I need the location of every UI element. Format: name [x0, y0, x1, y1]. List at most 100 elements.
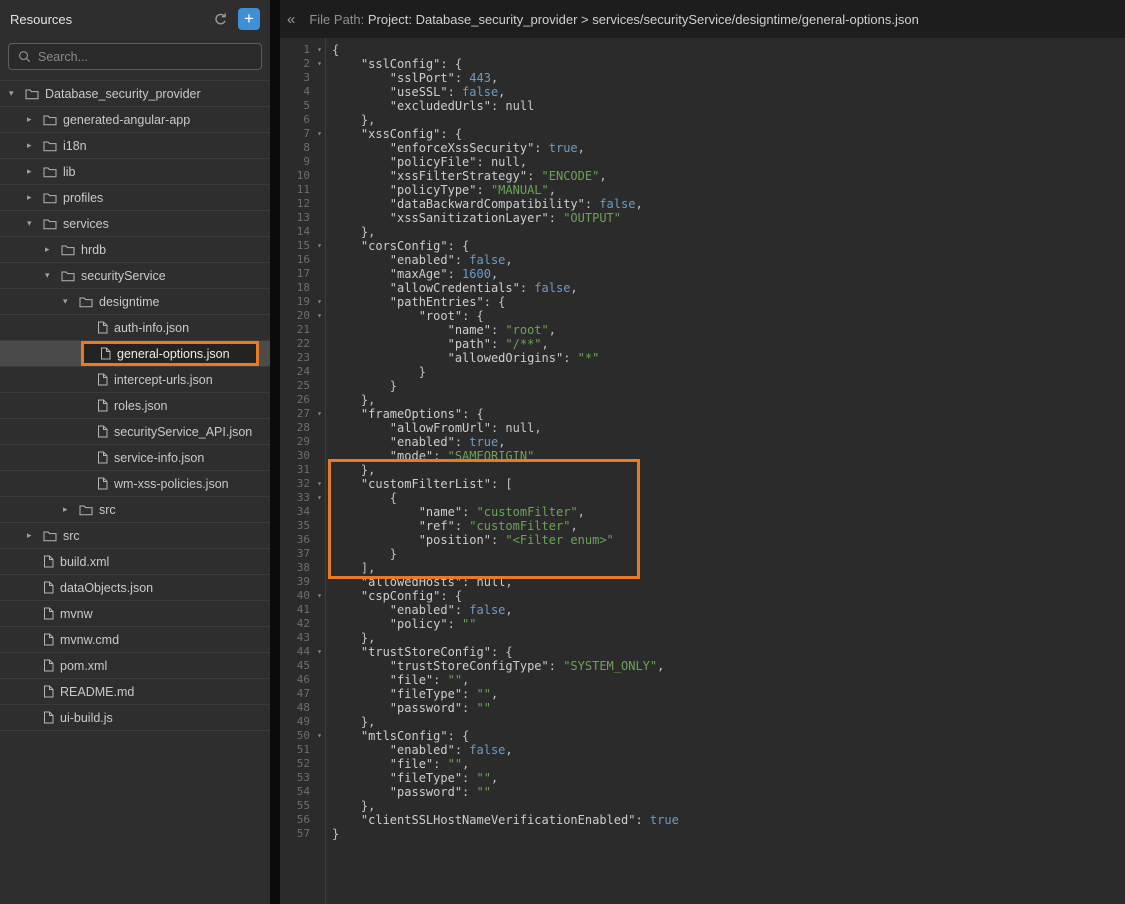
fold-arrow-icon[interactable]: ▾ [317, 309, 322, 323]
code-line[interactable]: "mode": "SAMEORIGIN" [332, 449, 1125, 463]
tree-folder-lib[interactable]: ▸lib [0, 159, 270, 185]
tree-folder-securityService[interactable]: ▾securityService [0, 263, 270, 289]
refresh-button[interactable] [213, 12, 228, 27]
code-line[interactable]: "allowCredentials": false, [332, 281, 1125, 295]
code-line[interactable]: "fileType": "", [332, 771, 1125, 785]
sidebar-scrollbar[interactable] [270, 0, 280, 904]
collapse-arrow-icon[interactable]: ▾ [9, 88, 25, 99]
code-line[interactable]: "mtlsConfig": { [332, 729, 1125, 743]
code-line[interactable]: "maxAge": 1600, [332, 267, 1125, 281]
code-line[interactable]: "dataBackwardCompatibility": false, [332, 197, 1125, 211]
tree-file-mvnw[interactable]: mvnw [0, 601, 270, 627]
code-line[interactable]: "name": "root", [332, 323, 1125, 337]
code-line[interactable]: "xssSanitizationLayer": "OUTPUT" [332, 211, 1125, 225]
code-line[interactable]: "enabled": false, [332, 603, 1125, 617]
code-line[interactable]: "allowedOrigins": "*" [332, 351, 1125, 365]
tree-file-ui-build.js[interactable]: ui-build.js [0, 705, 270, 731]
code-line[interactable]: "policy": "" [332, 617, 1125, 631]
code-line[interactable]: "pathEntries": { [332, 295, 1125, 309]
fold-arrow-icon[interactable]: ▾ [317, 477, 322, 491]
tree-folder-Database_security_provider[interactable]: ▾Database_security_provider [0, 81, 270, 107]
tree-file-intercept-urls.json[interactable]: intercept-urls.json [0, 367, 270, 393]
tree-folder-services[interactable]: ▾services [0, 211, 270, 237]
code-line[interactable]: } [332, 379, 1125, 393]
expand-arrow-icon[interactable]: ▸ [63, 504, 79, 515]
code-line[interactable]: }, [332, 463, 1125, 477]
tree-file-README.md[interactable]: README.md [0, 679, 270, 705]
code-line[interactable]: "path": "/**", [332, 337, 1125, 351]
add-resource-button[interactable]: + [238, 8, 260, 30]
search-box[interactable] [8, 43, 262, 70]
fold-arrow-icon[interactable]: ▾ [317, 43, 322, 57]
fold-arrow-icon[interactable]: ▾ [317, 239, 322, 253]
collapse-arrow-icon[interactable]: ▾ [27, 218, 43, 229]
code-line[interactable]: "file": "", [332, 673, 1125, 687]
code-line[interactable]: }, [332, 715, 1125, 729]
code-line[interactable]: "file": "", [332, 757, 1125, 771]
fold-arrow-icon[interactable]: ▾ [317, 57, 322, 71]
fold-arrow-icon[interactable]: ▾ [317, 729, 322, 743]
tree-file-securityService_API.json[interactable]: securityService_API.json [0, 419, 270, 445]
code-line[interactable]: "enabled": false, [332, 743, 1125, 757]
tree-file-general-options.json[interactable]: general-options.json [0, 341, 270, 367]
code-line[interactable]: "allowedHosts": null, [332, 575, 1125, 589]
code-line[interactable]: { [332, 491, 1125, 505]
code-line[interactable]: "policyFile": null, [332, 155, 1125, 169]
code-line[interactable]: }, [332, 113, 1125, 127]
tree-file-wm-xss-policies.json[interactable]: wm-xss-policies.json [0, 471, 270, 497]
expand-arrow-icon[interactable]: ▸ [45, 244, 61, 255]
collapse-arrow-icon[interactable]: ▾ [63, 296, 79, 307]
expand-arrow-icon[interactable]: ▸ [27, 192, 43, 203]
tree-folder-hrdb[interactable]: ▸hrdb [0, 237, 270, 263]
code-line[interactable]: "enabled": false, [332, 253, 1125, 267]
tree-folder-generated-angular-app[interactable]: ▸generated-angular-app [0, 107, 270, 133]
fold-arrow-icon[interactable]: ▾ [317, 645, 322, 659]
code-line[interactable]: "policyType": "MANUAL", [332, 183, 1125, 197]
fold-arrow-icon[interactable]: ▾ [317, 127, 322, 141]
code-line[interactable]: "sslConfig": { [332, 57, 1125, 71]
tree-file-roles.json[interactable]: roles.json [0, 393, 270, 419]
tree-folder-designtime[interactable]: ▾designtime [0, 289, 270, 315]
code-line[interactable]: "useSSL": false, [332, 85, 1125, 99]
fold-arrow-icon[interactable]: ▾ [317, 589, 322, 603]
code-line[interactable]: "enabled": true, [332, 435, 1125, 449]
code-line[interactable]: { [332, 43, 1125, 57]
code-line[interactable]: }, [332, 225, 1125, 239]
code-line[interactable]: "customFilterList": [ [332, 477, 1125, 491]
code-line[interactable]: }, [332, 799, 1125, 813]
fold-arrow-icon[interactable]: ▾ [317, 407, 322, 421]
tree-folder-src[interactable]: ▸src [0, 497, 270, 523]
tree-file-mvnw.cmd[interactable]: mvnw.cmd [0, 627, 270, 653]
code-line[interactable]: }, [332, 393, 1125, 407]
code-line[interactable]: "cspConfig": { [332, 589, 1125, 603]
expand-arrow-icon[interactable]: ▸ [27, 140, 43, 151]
code-line[interactable]: } [332, 547, 1125, 561]
code-line[interactable]: } [332, 827, 1125, 841]
tree-folder-i18n[interactable]: ▸i18n [0, 133, 270, 159]
tree-folder-profiles[interactable]: ▸profiles [0, 185, 270, 211]
expand-arrow-icon[interactable]: ▸ [27, 114, 43, 125]
tree-file-auth-info.json[interactable]: auth-info.json [0, 315, 270, 341]
tree-file-service-info.json[interactable]: service-info.json [0, 445, 270, 471]
code-line[interactable]: "xssConfig": { [332, 127, 1125, 141]
search-input[interactable] [38, 50, 252, 64]
code-line[interactable]: "ref": "customFilter", [332, 519, 1125, 533]
code-line[interactable]: "allowFromUrl": null, [332, 421, 1125, 435]
code-line[interactable]: "sslPort": 443, [332, 71, 1125, 85]
code-line[interactable]: "corsConfig": { [332, 239, 1125, 253]
collapse-sidebar-button[interactable]: « [287, 11, 295, 28]
code-line[interactable]: "password": "" [332, 785, 1125, 799]
tree-folder-src[interactable]: ▸src [0, 523, 270, 549]
code-line[interactable]: "root": { [332, 309, 1125, 323]
code-line[interactable]: "name": "customFilter", [332, 505, 1125, 519]
expand-arrow-icon[interactable]: ▸ [27, 530, 43, 541]
tree-file-pom.xml[interactable]: pom.xml [0, 653, 270, 679]
code-line[interactable]: "password": "" [332, 701, 1125, 715]
code-line[interactable]: "frameOptions": { [332, 407, 1125, 421]
code-line[interactable]: "xssFilterStrategy": "ENCODE", [332, 169, 1125, 183]
code-pane[interactable]: { "sslConfig": { "sslPort": 443, "useSSL… [326, 38, 1125, 904]
code-line[interactable]: "trustStoreConfig": { [332, 645, 1125, 659]
code-line[interactable]: "trustStoreConfigType": "SYSTEM_ONLY", [332, 659, 1125, 673]
collapse-arrow-icon[interactable]: ▾ [45, 270, 61, 281]
code-line[interactable]: }, [332, 631, 1125, 645]
